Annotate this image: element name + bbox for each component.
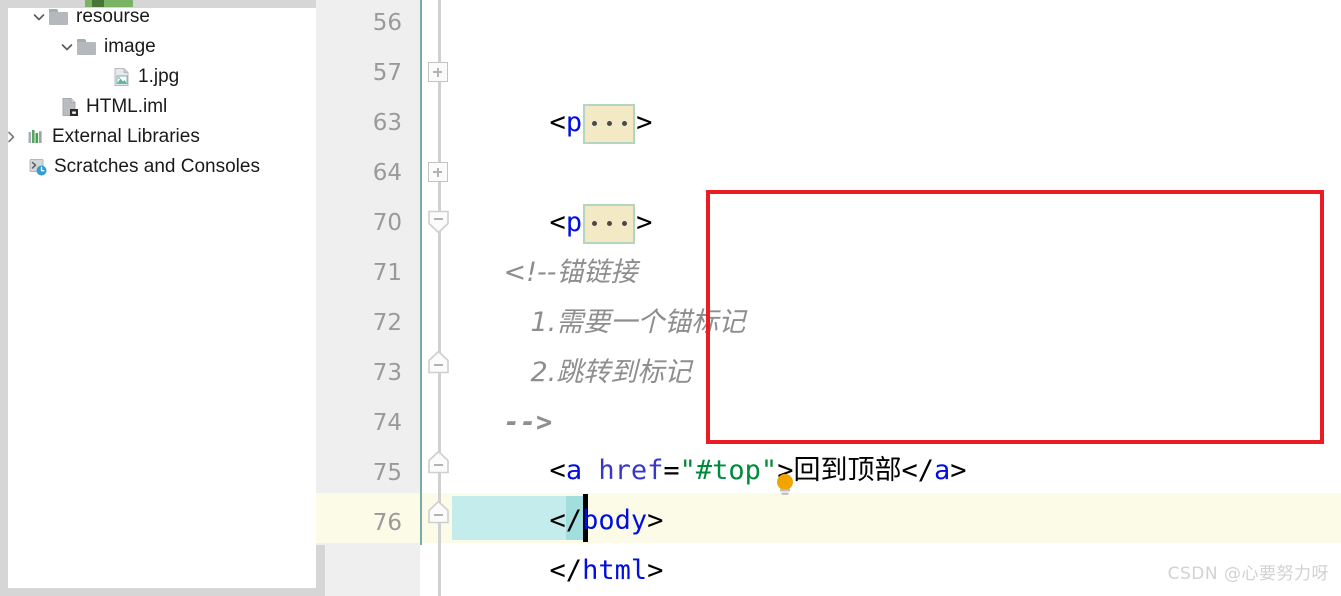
code-line-73[interactable]: --> (452, 348, 553, 438)
editor-bottom-left-edge (316, 545, 325, 596)
code-token-gt: > (636, 107, 653, 138)
code-token-gt: > (636, 207, 653, 238)
code-token-gt: > (647, 555, 664, 586)
line-number[interactable]: 57 (316, 48, 402, 98)
code-token-closelt: </ (901, 455, 934, 486)
tree-item-scratches-and-consoles[interactable]: Scratches and Consoles (28, 152, 260, 182)
line-number[interactable]: 63 (316, 98, 402, 148)
line-number[interactable]: 74 (316, 398, 402, 448)
tree-item-image[interactable]: image (58, 32, 156, 62)
code-line-74[interactable]: <a href="#top">回到顶部</a> (452, 396, 967, 486)
line-number[interactable]: 64 (316, 148, 402, 198)
tree-item-external-libraries[interactable]: External Libraries (2, 122, 200, 152)
panel-left-edge (0, 0, 8, 596)
code-editor[interactable]: 56 57 63 64 70 71 72 73 74 75 76 <p > <p… (316, 0, 1341, 596)
chevron-down-icon[interactable] (30, 8, 48, 26)
external-libraries-icon (26, 127, 46, 147)
chevron-down-icon[interactable] (58, 38, 76, 56)
intention-bulb-icon[interactable] (774, 472, 796, 498)
folder-icon (76, 38, 98, 56)
line-number[interactable]: 70 (316, 198, 402, 248)
fold-collapse-end-icon[interactable] (427, 350, 450, 375)
iml-file-icon (60, 97, 80, 117)
fold-expand-icon[interactable] (428, 62, 448, 82)
project-tree-panel: resourse image 1.jpg HTML.iml External L… (0, 0, 316, 596)
code-token-equals: = (663, 455, 680, 486)
code-line-75[interactable]: </body> (452, 446, 664, 536)
tree-item-1-jpg[interactable]: 1.jpg (112, 62, 179, 92)
comment-text: 2.跳转到标记 (530, 357, 692, 388)
fold-collapse-start-icon[interactable] (427, 210, 450, 235)
code-token-closegt: > (950, 455, 967, 486)
tree-item-label: Scratches and Consoles (54, 156, 260, 177)
code-token-innertext: 回到顶部 (793, 455, 902, 486)
fold-expand-icon[interactable] (428, 162, 448, 182)
fold-collapse-end-icon[interactable] (427, 500, 450, 525)
folded-region-placeholder[interactable] (583, 103, 636, 144)
code-token-tagname: html (582, 555, 648, 586)
folder-icon (48, 8, 70, 26)
tree-item-label: HTML.iml (86, 96, 168, 117)
image-file-icon (112, 67, 132, 87)
tree-item-label: 1.jpg (138, 66, 180, 87)
gutter-separator-line (420, 0, 422, 545)
scratches-icon (28, 157, 48, 177)
line-number[interactable]: 73 (316, 348, 402, 398)
code-line-70[interactable]: <!--锚链接 (452, 198, 638, 288)
line-number[interactable]: 56 (316, 0, 402, 48)
panel-bottom-edge (8, 588, 316, 596)
tree-item-label: resourse (76, 6, 150, 27)
line-number[interactable]: 75 (316, 448, 402, 498)
tree-item-html-iml[interactable]: HTML.iml (60, 92, 167, 122)
code-line-76[interactable]: </html> (452, 496, 664, 586)
line-number[interactable]: 71 (316, 248, 402, 298)
line-number[interactable]: 72 (316, 298, 402, 348)
ide-screenshot: resourse image 1.jpg HTML.iml External L… (0, 0, 1341, 596)
code-line-72[interactable]: 2.跳转到标记 (479, 298, 692, 388)
code-token-tagname: p (565, 107, 583, 138)
tree-item-resourse[interactable]: resourse (30, 2, 150, 32)
chevron-right-icon[interactable] (2, 128, 20, 146)
line-number[interactable]: 76 (316, 498, 402, 548)
tree-item-label: External Libraries (52, 126, 200, 147)
watermark-text: CSDN @心要努力呀 (1167, 564, 1329, 584)
fold-collapse-end-icon[interactable] (427, 450, 450, 475)
code-token-lt: < (549, 107, 566, 138)
code-line-71[interactable]: 1.需要一个锚标记 (479, 248, 746, 338)
code-line-57[interactable]: <p > (452, 48, 652, 144)
code-token-closetag: a (933, 455, 951, 486)
gutter-bottom-filler (325, 545, 420, 596)
code-line-64[interactable]: <p > (452, 148, 652, 244)
code-token-closelt: </ (549, 555, 583, 586)
tree-item-label: image (104, 36, 156, 57)
code-token-attrvalue: "#top" (679, 455, 778, 486)
